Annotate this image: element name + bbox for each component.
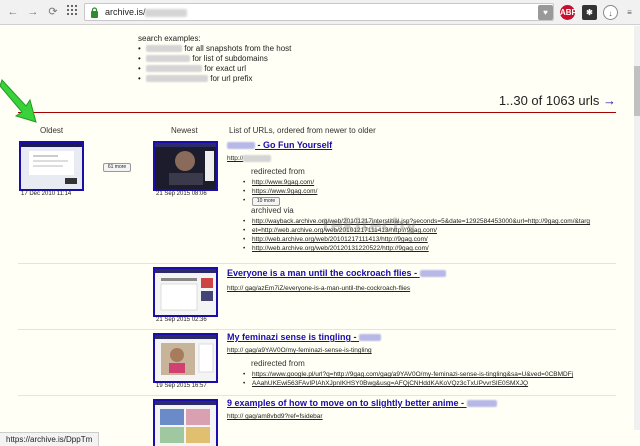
search-example-item: for list of subdomains: [138, 54, 291, 64]
oldest-snapshot-date: 17 Dec 2010 11:14: [21, 191, 72, 197]
archive-page: search examples: for all snapshots from …: [0, 26, 634, 446]
redirected-from-label: redirected from: [251, 359, 305, 368]
address-url: archive.is/: [105, 7, 146, 17]
entry-url-link[interactable]: http:// gag/am8vbd9?ref=fsidebar: [227, 413, 323, 420]
forward-arrow-icon[interactable]: →: [26, 5, 40, 19]
search-example-item: for exact url: [138, 64, 291, 74]
watermark: tekitechy: [322, 215, 417, 236]
archived-via-link[interactable]: http://wayback.archive.org/web/20101217i…: [252, 218, 590, 225]
redirect-link[interactable]: https://www.google.pl/url?q=http://9gag.…: [252, 371, 573, 378]
search-example-item: for all snapshots from the host: [138, 44, 291, 54]
redirect-link[interactable]: http://www.9gag.com/: [252, 179, 314, 186]
more-redirects-button[interactable]: 10 more: [252, 197, 280, 206]
vertical-scrollbar[interactable]: [634, 26, 640, 430]
entry-title-link[interactable]: 9 examples of how to move on to slightly…: [227, 398, 497, 408]
address-blurred-path: [145, 9, 187, 17]
reload-icon[interactable]: ⟳: [46, 5, 60, 19]
entry-url-link[interactable]: http:// gag/azEm7iZ/everyone-is-a-man-un…: [227, 285, 410, 292]
table-row: 17 Dec 2010 11:14 61 more 21 Sep 2015 08…: [18, 138, 616, 264]
entry-url-link[interactable]: http://: [227, 155, 272, 162]
apps-grid-icon[interactable]: [65, 5, 79, 19]
newest-snapshot-date: 19 Sep 2015 16:57: [156, 383, 207, 389]
newest-snapshot-thumbnail[interactable]: [153, 267, 218, 317]
list-item: http://www.9gag.com/: [243, 178, 317, 187]
entry-url-link[interactable]: http:// gag/a9YAV0O/my-feminazi-sense-is…: [227, 347, 372, 354]
search-examples: search examples: for all snapshots from …: [138, 34, 291, 84]
entry-title-link[interactable]: - Go Fun Yourself: [227, 140, 332, 150]
back-arrow-icon[interactable]: ←: [6, 5, 20, 19]
list-item-continuation: AAahUKEwi563FAvIPIAhXJpnIKHSY0Bwg&usg=AF…: [243, 379, 573, 388]
redirected-from-label: redirected from: [251, 167, 305, 176]
status-bar-url: https://archive.is/DppTm: [0, 432, 100, 446]
results-count: 1..30 of 1063 urls →: [498, 93, 616, 108]
list-item: http://web.archive.org/web/2012013122052…: [243, 244, 590, 253]
archived-via-link[interactable]: http://web.archive.org/web/2010121711141…: [252, 236, 428, 243]
list-item: https://www.google.pl/url?q=http://9gag.…: [243, 370, 573, 379]
table-row: 21 Sep 2015 02:36 Everyone is a man unti…: [18, 264, 616, 330]
table-row: 9 examples of how to move on to slightly…: [18, 396, 616, 446]
search-examples-heading: search examples:: [138, 34, 201, 43]
newest-snapshot-thumbnail[interactable]: [153, 333, 218, 383]
newest-snapshot-thumbnail[interactable]: [153, 399, 218, 446]
redirect-list: https://www.google.pl/url?q=http://9gag.…: [243, 370, 573, 388]
heart-icon[interactable]: ♥: [538, 5, 553, 20]
entry-title-link[interactable]: Everyone is a man until the cockroach fl…: [227, 268, 446, 278]
list-item: http://web.archive.org/web/2010121711141…: [243, 235, 590, 244]
menu-icon[interactable]: ≡: [622, 5, 637, 20]
green-pointer-arrow-icon: [0, 79, 37, 123]
list-item: https://www.9gag.com/: [243, 187, 317, 196]
newest-snapshot-thumbnail[interactable]: [153, 141, 218, 191]
column-newest: Newest: [171, 126, 198, 135]
entry-title-link[interactable]: My feminazi sense is tingling -: [227, 332, 382, 342]
redirect-list: http://www.9gag.com/ https://www.9gag.co…: [243, 178, 317, 206]
adblock-extension[interactable]: ABP: [560, 5, 577, 20]
next-page-arrow[interactable]: →: [603, 93, 616, 108]
divider-line: [18, 112, 616, 113]
more-snapshots-button[interactable]: 61 more: [103, 163, 131, 172]
list-item: 10 more: [243, 196, 317, 206]
search-example-item: for url prefix: [138, 74, 291, 84]
browser-toolbar: ← → ⟳ archive.is/ ♥ ABP ✱ ↓ ≡: [0, 0, 640, 25]
scrollbar-thumb[interactable]: [634, 66, 640, 116]
lock-icon: [91, 7, 98, 18]
newest-snapshot-date: 21 Sep 2015 02:36: [156, 317, 207, 323]
download-icon[interactable]: ↓: [603, 5, 618, 20]
redirect-link[interactable]: https://www.9gag.com/: [252, 188, 317, 195]
column-urls: List of URLs, ordered from newer to olde…: [229, 126, 376, 135]
table-row: 19 Sep 2015 16:57 My feminazi sense is t…: [18, 330, 616, 396]
newest-snapshot-date: 21 Sep 2015 08:06: [156, 191, 207, 197]
archived-via-label: archived via: [251, 206, 294, 215]
archived-via-link[interactable]: http://web.archive.org/web/2012013122052…: [252, 245, 429, 252]
column-oldest: Oldest: [40, 126, 64, 135]
redirect-link-continuation[interactable]: AAahUKEwi563FAvIPIAhXJpnIKHSY0Bwg&usg=AF…: [252, 380, 528, 387]
address-bar[interactable]: archive.is/: [84, 3, 554, 21]
oldest-snapshot-thumbnail[interactable]: [19, 141, 84, 191]
puzzle-icon[interactable]: ✱: [582, 5, 597, 20]
